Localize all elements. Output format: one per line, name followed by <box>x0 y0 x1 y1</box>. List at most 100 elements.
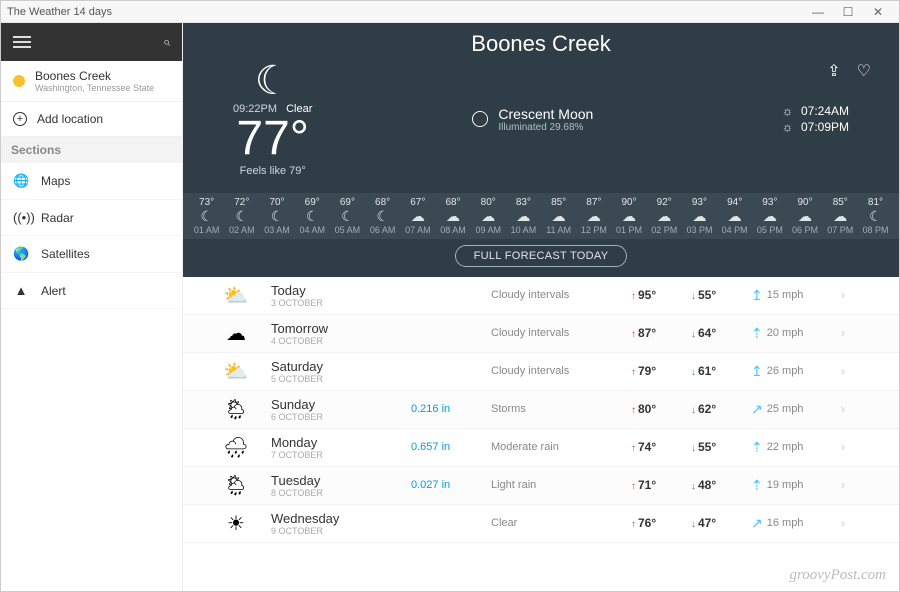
daily-icon: 🌦 <box>201 397 271 422</box>
hourly-temp: 68° <box>435 197 470 208</box>
daily-forecast-list[interactable]: ⛅Today3 OCTOBERCloudy intervals95°55°↥15… <box>183 277 899 591</box>
hourly-temp: 90° <box>787 197 822 208</box>
hourly-forecast-strip[interactable]: 73°☾01 AM72°☾02 AM70°☾03 AM69°☾04 AM69°☾… <box>183 193 899 239</box>
daily-wind: ↗25 mph <box>751 401 841 418</box>
main-panel: Boones Creek ⇪ ♡ ☾ 09:22PM Clear 77° Fee… <box>183 23 899 591</box>
hourly-icon: ☁ <box>471 208 506 225</box>
plus-icon: + <box>13 112 27 126</box>
daily-row[interactable]: 🌧Monday7 OCTOBER0.657 inModerate rain74°… <box>183 429 899 467</box>
hourly-cell[interactable]: 68°☁08 AM <box>435 197 470 235</box>
hourly-temp: 93° <box>752 197 787 208</box>
sidebar-item-alert[interactable]: ▲Alert <box>1 273 182 309</box>
hourly-time: 05 AM <box>330 225 365 235</box>
close-button[interactable]: ✕ <box>863 5 893 19</box>
maximize-button[interactable]: ☐ <box>833 5 863 19</box>
hourly-temp: 73° <box>189 197 224 208</box>
hourly-cell[interactable]: 83°☁10 AM <box>506 197 541 235</box>
hourly-cell[interactable]: 87°☁12 PM <box>576 197 611 235</box>
daily-low: 55° <box>691 288 751 302</box>
daily-row[interactable]: ⛅Today3 OCTOBERCloudy intervals95°55°↥15… <box>183 277 899 315</box>
chevron-right-icon: › <box>841 478 861 492</box>
daily-wind: ⇡22 mph <box>751 439 841 456</box>
daily-date: 9 OCTOBER <box>271 526 411 536</box>
favorite-icon[interactable]: ♡ <box>857 61 871 81</box>
daily-wind: ↥15 mph <box>751 287 841 304</box>
chevron-right-icon: › <box>841 516 861 530</box>
hourly-icon: ☁ <box>823 208 858 225</box>
hourly-cell[interactable]: 92°☁02 PM <box>647 197 682 235</box>
sidebar-item-maps[interactable]: 🌐Maps <box>1 163 182 200</box>
daily-row[interactable]: ⛅Saturday5 OCTOBERCloudy intervals79°61°… <box>183 353 899 391</box>
hourly-cell[interactable]: 80°☁09 AM <box>471 197 506 235</box>
daily-icon: ⛅ <box>201 359 271 384</box>
daily-row[interactable]: 🌦Tuesday8 OCTOBER0.027 inLight rain71°48… <box>183 467 899 505</box>
sidebar-item-label: Maps <box>41 174 70 188</box>
sidebar-item-label: Alert <box>41 284 66 298</box>
hourly-cell[interactable]: 85°☁11 AM <box>541 197 576 235</box>
hourly-cell[interactable]: 70°☾03 AM <box>259 197 294 235</box>
hourly-time: 03 AM <box>259 225 294 235</box>
daily-date: 6 OCTOBER <box>271 412 411 422</box>
hourly-cell[interactable]: 69°☾05 AM <box>330 197 365 235</box>
moon-phase-illum: Illuminated 29.68% <box>498 122 593 133</box>
hourly-cell[interactable]: 69°☾04 AM <box>295 197 330 235</box>
hourly-cell[interactable]: 85°☁07 PM <box>823 197 858 235</box>
location-dot-icon <box>13 75 25 87</box>
hourly-cell[interactable]: 73°☾01 AM <box>189 197 224 235</box>
hourly-time: 12 PM <box>576 225 611 235</box>
hourly-icon: ☾ <box>295 208 330 225</box>
full-forecast-button[interactable]: FULL FORECAST TODAY <box>455 245 628 267</box>
minimize-button[interactable]: — <box>803 5 833 19</box>
hourly-cell[interactable]: 94°☁04 PM <box>717 197 752 235</box>
hourly-cell[interactable]: 93°☁03 PM <box>682 197 717 235</box>
hourly-cell[interactable]: 90°☁06 PM <box>787 197 822 235</box>
hourly-time: 11 AM <box>541 225 576 235</box>
sidebar: ⌕ Boones Creek Washington, Tennessee Sta… <box>1 23 183 591</box>
daily-date: 7 OCTOBER <box>271 450 411 460</box>
hourly-cell[interactable]: 72°☾02 AM <box>224 197 259 235</box>
sun-times: ☼07:24AM ☼07:09PM <box>782 104 849 134</box>
daily-wind: ↗16 mph <box>751 515 841 532</box>
daily-date: 8 OCTOBER <box>271 488 411 498</box>
hourly-cell[interactable]: 67°☁07 AM <box>400 197 435 235</box>
daily-precip: 0.657 in <box>411 441 491 453</box>
daily-name: Tuesday <box>271 473 411 488</box>
hourly-cell[interactable]: 81°☾08 PM <box>858 197 893 235</box>
hourly-time: 10 AM <box>506 225 541 235</box>
menu-icon[interactable] <box>13 36 31 48</box>
moon-phase-name: Crescent Moon <box>498 106 593 122</box>
hourly-temp: 81° <box>858 197 893 208</box>
daily-precip: 0.027 in <box>411 479 491 491</box>
daily-low: 48° <box>691 478 751 492</box>
sidebar-item-radar[interactable]: ((•))Radar <box>1 200 182 236</box>
hourly-time: 08 AM <box>435 225 470 235</box>
daily-low: 62° <box>691 402 751 416</box>
hourly-time: 01 AM <box>189 225 224 235</box>
hourly-cell[interactable]: 93°☁05 PM <box>752 197 787 235</box>
daily-row[interactable]: ☀Wednesday9 OCTOBERClear76°47°↗16 mph› <box>183 505 899 543</box>
hourly-cell[interactable]: 68°☾06 AM <box>365 197 400 235</box>
hourly-icon: ☾ <box>224 208 259 225</box>
hourly-cell[interactable]: 90°☁01 PM <box>611 197 646 235</box>
daily-row[interactable]: 🌦Sunday6 OCTOBER0.216 inStorms80°62°↗25 … <box>183 391 899 429</box>
sidebar-item-satellites[interactable]: 🌎Satellites <box>1 236 182 273</box>
hourly-temp: 85° <box>823 197 858 208</box>
daily-wind: ↥26 mph <box>751 363 841 380</box>
daily-name: Tomorrow <box>271 321 411 336</box>
sections-header: Sections <box>1 137 182 163</box>
daily-condition: Cloudy intervals <box>491 365 631 377</box>
daily-row[interactable]: ☁Tomorrow4 OCTOBERCloudy intervals87°64°… <box>183 315 899 353</box>
search-icon[interactable]: ⌕ <box>163 34 170 50</box>
share-icon[interactable]: ⇪ <box>827 61 840 81</box>
sidebar-topbar: ⌕ <box>1 23 182 61</box>
sunrise-icon: ☼ <box>782 104 793 118</box>
current-condition-icon: ☾ <box>255 61 291 101</box>
hourly-time: 06 PM <box>787 225 822 235</box>
hourly-icon: ☁ <box>435 208 470 225</box>
hourly-time: 02 AM <box>224 225 259 235</box>
add-location-button[interactable]: + Add location <box>1 102 182 137</box>
hourly-icon: ☁ <box>787 208 822 225</box>
daily-name: Monday <box>271 435 411 450</box>
moon-phase: Crescent Moon Illuminated 29.68% <box>472 106 742 133</box>
location-item[interactable]: Boones Creek Washington, Tennessee State <box>1 61 182 102</box>
